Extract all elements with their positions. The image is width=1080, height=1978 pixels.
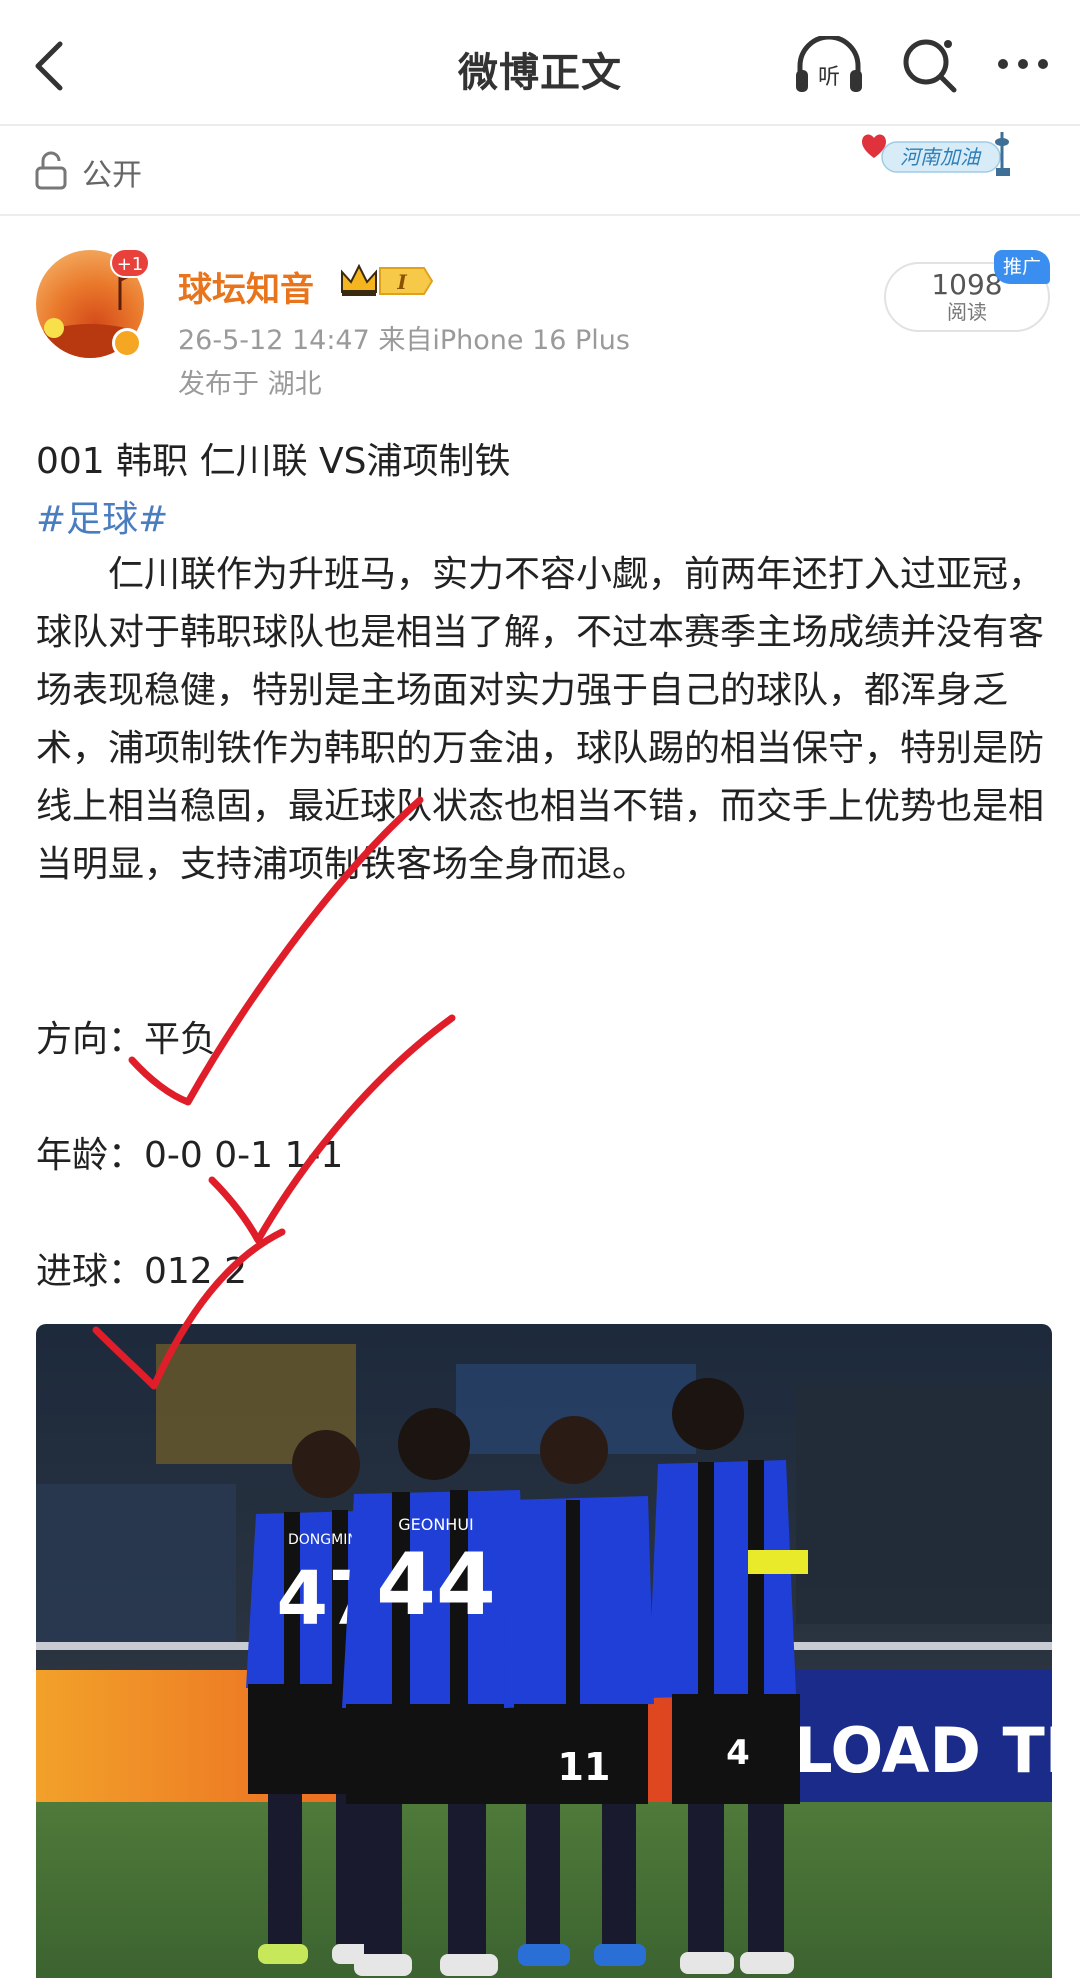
post-body-text: 仁川联作为升班马，实力不容小觑，前两年还打入过亚冠，球队对于韩职球队也是相当了解… [36, 554, 1045, 885]
football-team-photo: WNLOAD THE DONGMIN 47 [36, 1324, 1052, 1978]
svg-text:GEONHUI: GEONHUI [398, 1515, 474, 1534]
divider [0, 214, 1080, 216]
svg-text:4: 4 [726, 1733, 750, 1773]
svg-text:听: 听 [818, 65, 840, 90]
post-location: 发布于 湖北 [178, 369, 322, 400]
pick-direction: 方向：平负 [36, 1019, 217, 1060]
promo-tag[interactable]: 推广 [994, 250, 1050, 284]
crown-icon [341, 263, 377, 296]
author-name[interactable]: 球坛知音 [178, 262, 314, 311]
post-time-source: 26-5-12 14:47 来自iPhone 16 Plus [178, 325, 630, 356]
svg-text:11: 11 [558, 1745, 611, 1789]
pick-goals: 进球：012 2 [36, 1251, 248, 1292]
svg-text:河南加油: 河南加油 [900, 145, 982, 169]
listen-icon[interactable]: 听 [792, 36, 866, 98]
more-icon[interactable] [996, 56, 1050, 72]
pick-score: 年龄：0-0 0-1 1-1 [36, 1135, 344, 1176]
post-title: 001 韩职 仁川联 VS浦项制铁 [36, 441, 511, 482]
henan-support-badge: 河南加油 [862, 132, 1010, 176]
weibo-post-page: 微博正文 听 公开 河南加油 +1 球坛知音 I 26-5-12 14:47 来… [0, 0, 1080, 1978]
top-nav-bar: 微博正文 听 [0, 0, 1080, 124]
visibility-label: 公开 [82, 158, 142, 193]
verified-badge-icon [112, 328, 142, 358]
unlock-icon [35, 151, 67, 190]
avatar-notification-badge: +1 [110, 248, 150, 278]
post-image[interactable]: WNLOAD THE DONGMIN 47 [36, 1324, 1052, 1978]
search-icon[interactable] [898, 34, 960, 96]
topic-hashtag-link[interactable]: #足球# [36, 490, 168, 542]
read-label: 阅读 [947, 300, 987, 324]
svg-text:DONGMIN: DONGMIN [288, 1532, 358, 1548]
svg-text:I: I [396, 270, 407, 294]
level-badge: I [379, 267, 434, 295]
svg-text:44: 44 [376, 1535, 496, 1635]
